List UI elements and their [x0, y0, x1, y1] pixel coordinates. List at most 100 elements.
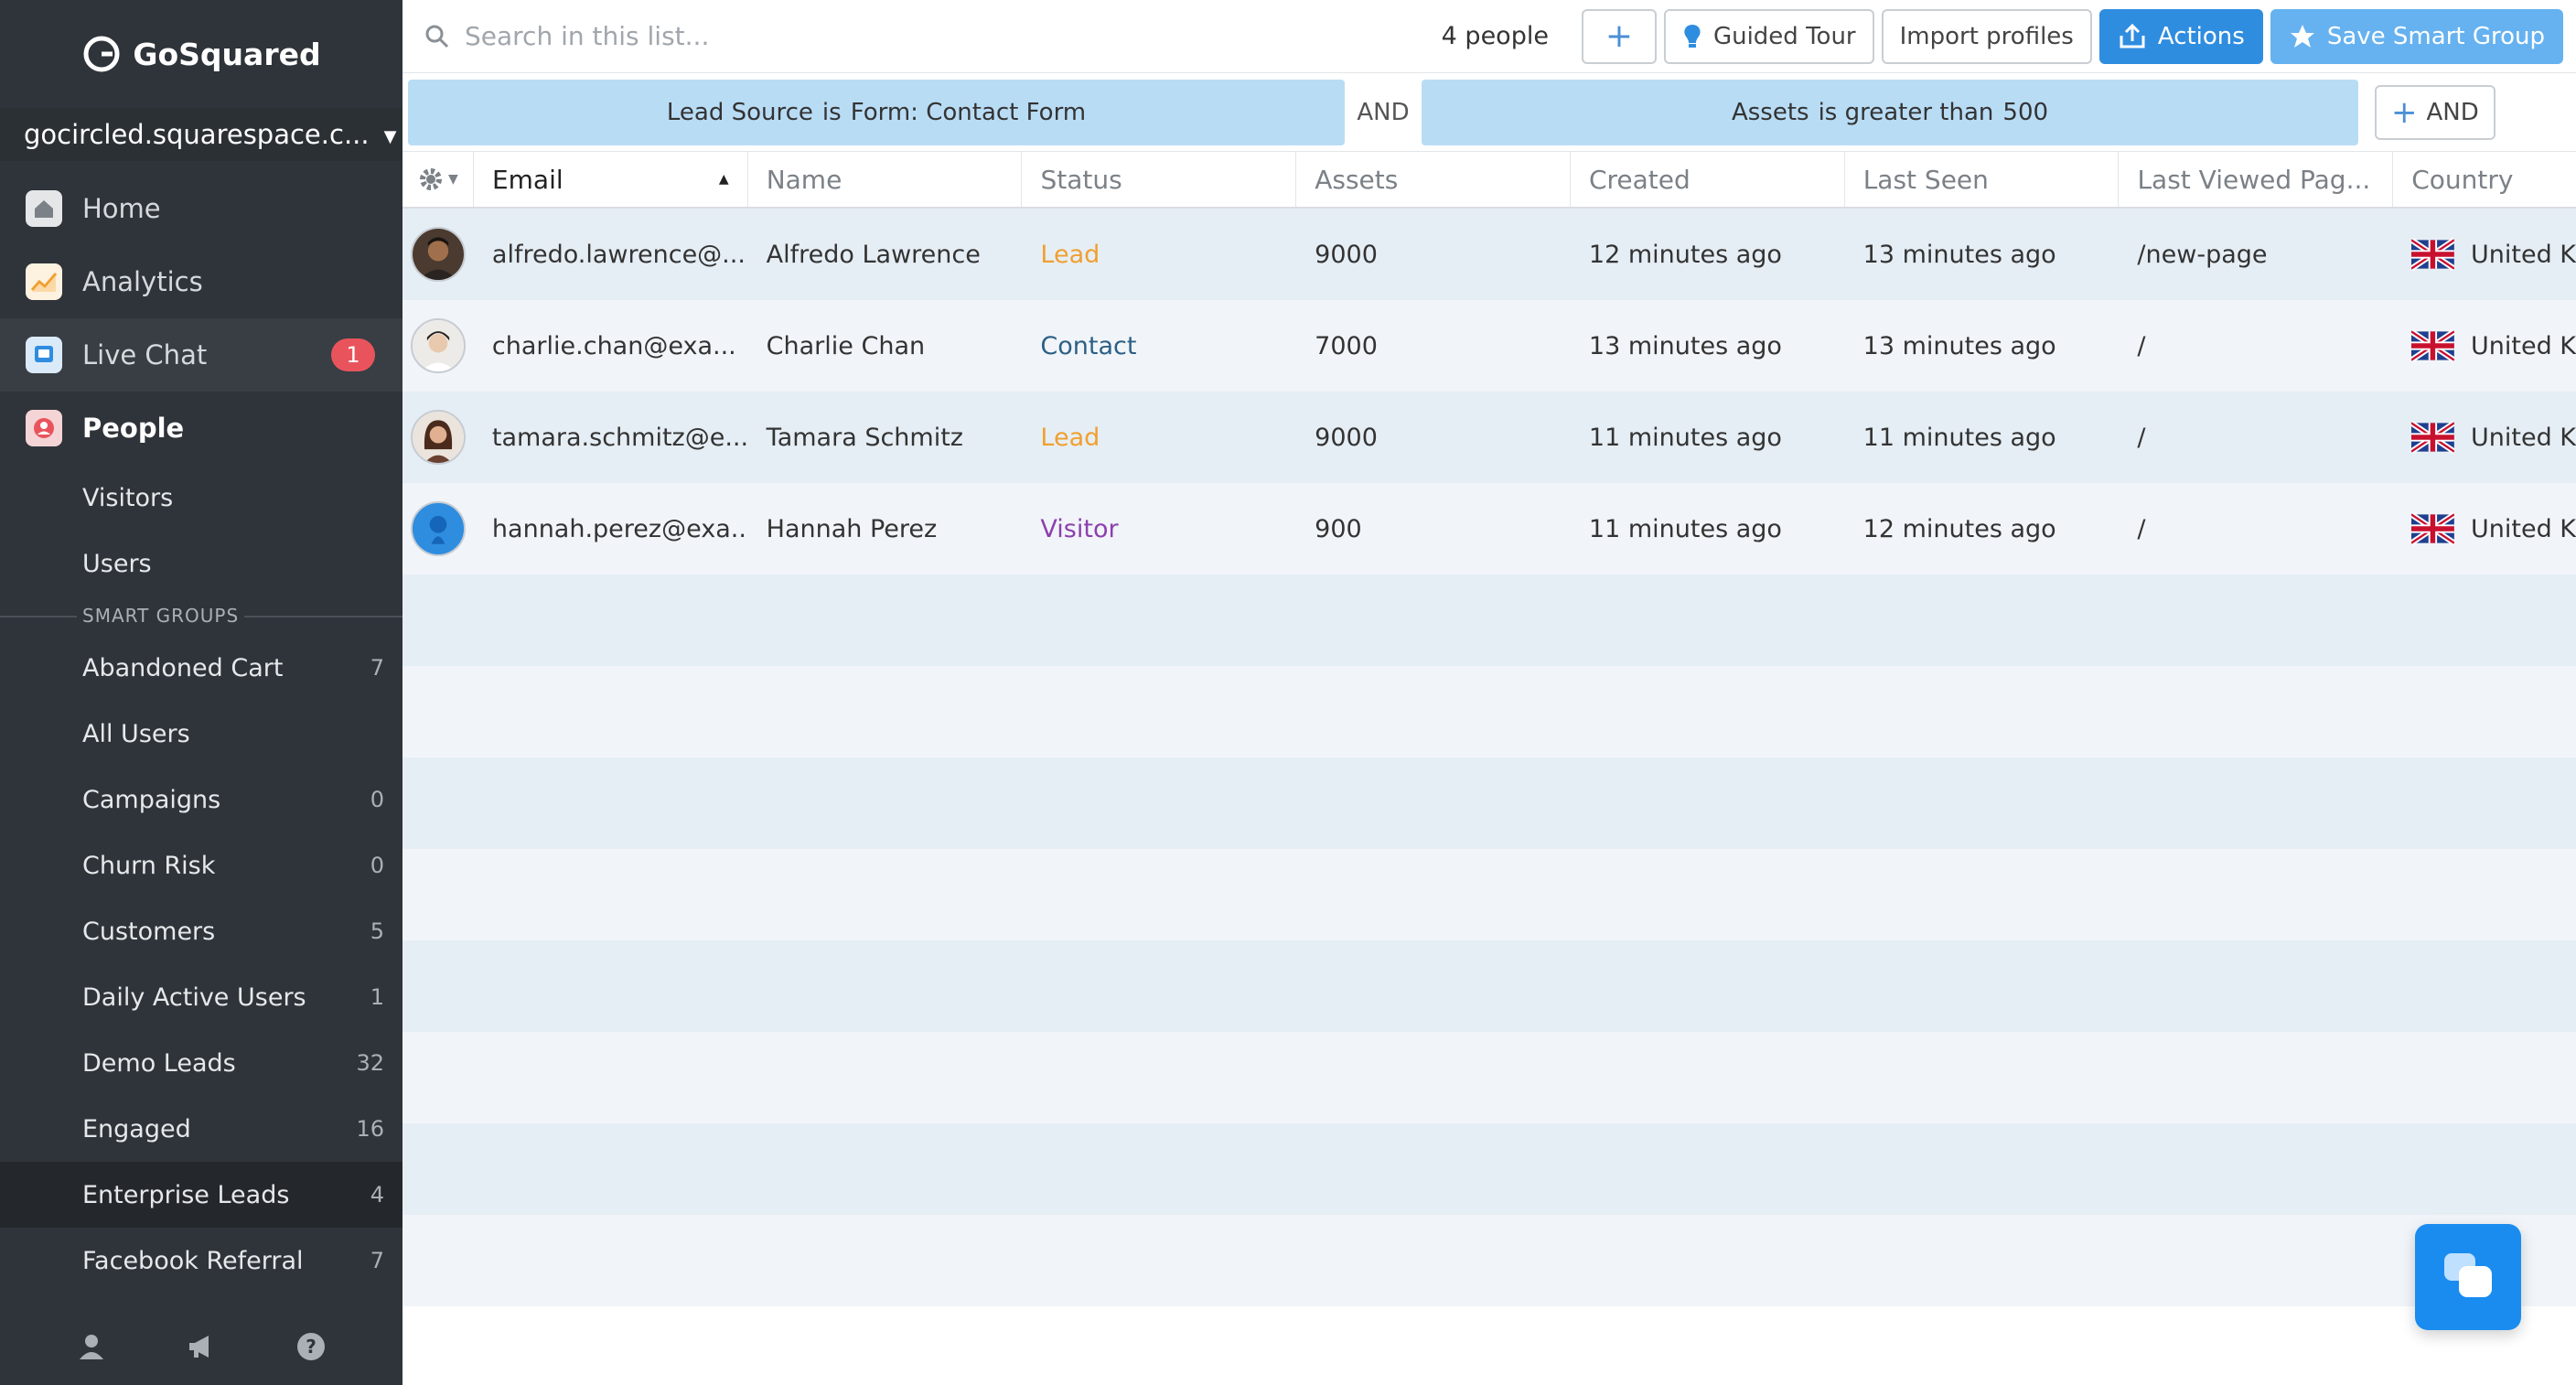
plus-icon: + [2391, 93, 2418, 131]
group-count: 0 [370, 853, 384, 878]
group-abandoned-cart[interactable]: Abandoned Cart 7 [0, 635, 402, 701]
avatar [410, 318, 466, 373]
column-assets-label: Assets [1315, 164, 1399, 195]
column-created[interactable]: Created [1571, 152, 1845, 207]
table-row[interactable]: charlie.chan@exa... Charlie Chan Contact… [402, 300, 2576, 392]
import-profiles-button[interactable]: Import profiles [1881, 8, 2092, 64]
assets-cell: 7000 [1315, 331, 1378, 360]
account-icon[interactable] [75, 1330, 108, 1363]
email-cell: charlie.chan@exa... [491, 331, 736, 360]
column-email-label: Email [491, 164, 564, 195]
email-cell: tamara.schmitz@e... [491, 423, 748, 452]
table-row[interactable]: hannah.perez@exa... Hannah Perez Visitor… [402, 483, 2576, 574]
group-label: Abandoned Cart [82, 653, 284, 682]
nav-analytics[interactable]: Analytics [0, 245, 402, 318]
upload-icon [2120, 23, 2145, 48]
save-smart-group-button[interactable]: Save Smart Group [2270, 8, 2563, 64]
column-created-label: Created [1588, 164, 1690, 195]
analytics-icon [26, 263, 62, 300]
filter-assets[interactable]: Assets is greater than 500 [1422, 79, 2358, 145]
add-button[interactable]: + [1581, 8, 1657, 64]
column-last-seen[interactable]: Last Seen [1845, 152, 2120, 207]
filter-lead-source[interactable]: Lead Source is Form: Contact Form [408, 79, 1345, 145]
column-settings[interactable]: ▼ [402, 152, 474, 207]
group-label: Facebook Referral [82, 1246, 304, 1275]
empty-row [402, 666, 2576, 757]
lightbulb-icon [1684, 24, 1701, 48]
group-count: 16 [356, 1116, 384, 1142]
nav-home[interactable]: Home [0, 172, 402, 245]
group-count: 7 [370, 1248, 384, 1273]
country-cell: United K [2393, 392, 2576, 483]
group-label: Demo Leads [82, 1048, 236, 1078]
column-assets[interactable]: Assets [1296, 152, 1571, 207]
column-email[interactable]: Email ▲ [474, 152, 748, 207]
nav-visitors-label: Visitors [82, 483, 174, 512]
column-name[interactable]: Name [748, 152, 1023, 207]
nav-people[interactable]: People [0, 392, 402, 465]
plus-icon: + [1605, 17, 1634, 55]
empty-row [402, 849, 2576, 940]
group-engaged[interactable]: Engaged 16 [0, 1096, 402, 1162]
group-facebook-referral[interactable]: Facebook Referral 7 [0, 1228, 402, 1294]
status-cell: Contact [1040, 331, 1137, 360]
filter-field: Lead Source [666, 98, 813, 126]
avatar-cell [402, 300, 474, 392]
empty-row [402, 757, 2576, 849]
guided-tour-button[interactable]: Guided Tour [1663, 8, 1874, 64]
chat-icon [26, 337, 62, 373]
last-viewed-page-cell: /new-page [2137, 240, 2268, 269]
empty-row [402, 1215, 2576, 1306]
nav-users[interactable]: Users [0, 531, 402, 596]
people-count: 4 people [1441, 22, 1549, 50]
group-customers[interactable]: Customers 5 [0, 898, 402, 964]
group-enterprise-leads[interactable]: Enterprise Leads 4 [0, 1162, 402, 1228]
toolbar: Search in this list... 4 people + Guided… [402, 0, 2576, 73]
nav-users-label: Users [82, 549, 152, 578]
uk-flag-icon [2411, 420, 2454, 455]
group-demo-leads[interactable]: Demo Leads 32 [0, 1030, 402, 1096]
nav-live-chat[interactable]: Live Chat 1 [0, 318, 402, 392]
country-name: United K [2471, 331, 2576, 360]
nav-home-label: Home [82, 193, 161, 224]
live-chat-launcher[interactable] [2415, 1224, 2521, 1330]
megaphone-icon[interactable] [185, 1330, 218, 1363]
main-content: Search in this list... 4 people + Guided… [402, 0, 2576, 1385]
help-icon[interactable]: ? [295, 1330, 327, 1363]
search-input[interactable]: Search in this list... [465, 21, 709, 51]
group-all-users[interactable]: All Users [0, 701, 402, 767]
site-selector[interactable]: gocircled.squarespace.c... ▼ [0, 108, 402, 161]
smart-groups-heading: SMART GROUPS [0, 596, 402, 635]
group-daily-active-users[interactable]: Daily Active Users 1 [0, 964, 402, 1030]
table-row[interactable]: alfredo.lawrence@... Alfredo Lawrence Le… [402, 209, 2576, 300]
table-row[interactable]: tamara.schmitz@e... Tamara Schmitz Lead … [402, 392, 2576, 483]
site-name: gocircled.squarespace.c... [24, 119, 370, 150]
guided-tour-label: Guided Tour [1712, 22, 1856, 50]
actions-button[interactable]: Actions [2098, 8, 2263, 64]
created-cell: 13 minutes ago [1588, 331, 1782, 360]
brand[interactable]: GoSquared [0, 0, 402, 108]
search-field[interactable]: Search in this list... [424, 21, 1442, 51]
nav-visitors[interactable]: Visitors [0, 465, 402, 531]
nav-people-label: People [82, 413, 185, 444]
avatar-cell [402, 209, 474, 300]
last-viewed-page-cell: / [2137, 423, 2146, 452]
avatar-cell [402, 392, 474, 483]
last-seen-cell: 12 minutes ago [1862, 514, 2056, 543]
country-cell: United K [2393, 300, 2576, 392]
group-count: 5 [370, 918, 384, 944]
column-name-label: Name [766, 164, 843, 195]
and-joiner: AND [1357, 98, 1410, 126]
add-and-filter-button[interactable]: + AND [2375, 84, 2496, 140]
star-icon [2290, 24, 2314, 48]
avatar [410, 227, 466, 282]
group-campaigns[interactable]: Campaigns 0 [0, 767, 402, 832]
group-churn-risk[interactable]: Churn Risk 0 [0, 832, 402, 898]
email-cell: hannah.perez@exa... [491, 514, 748, 543]
assets-cell: 900 [1315, 514, 1362, 543]
gosquared-logo-icon [83, 36, 120, 72]
column-country[interactable]: Country [2393, 152, 2576, 207]
created-cell: 11 minutes ago [1588, 514, 1782, 543]
column-status[interactable]: Status [1022, 152, 1297, 207]
column-last-viewed-page[interactable]: Last Viewed Pag... [2119, 152, 2394, 207]
